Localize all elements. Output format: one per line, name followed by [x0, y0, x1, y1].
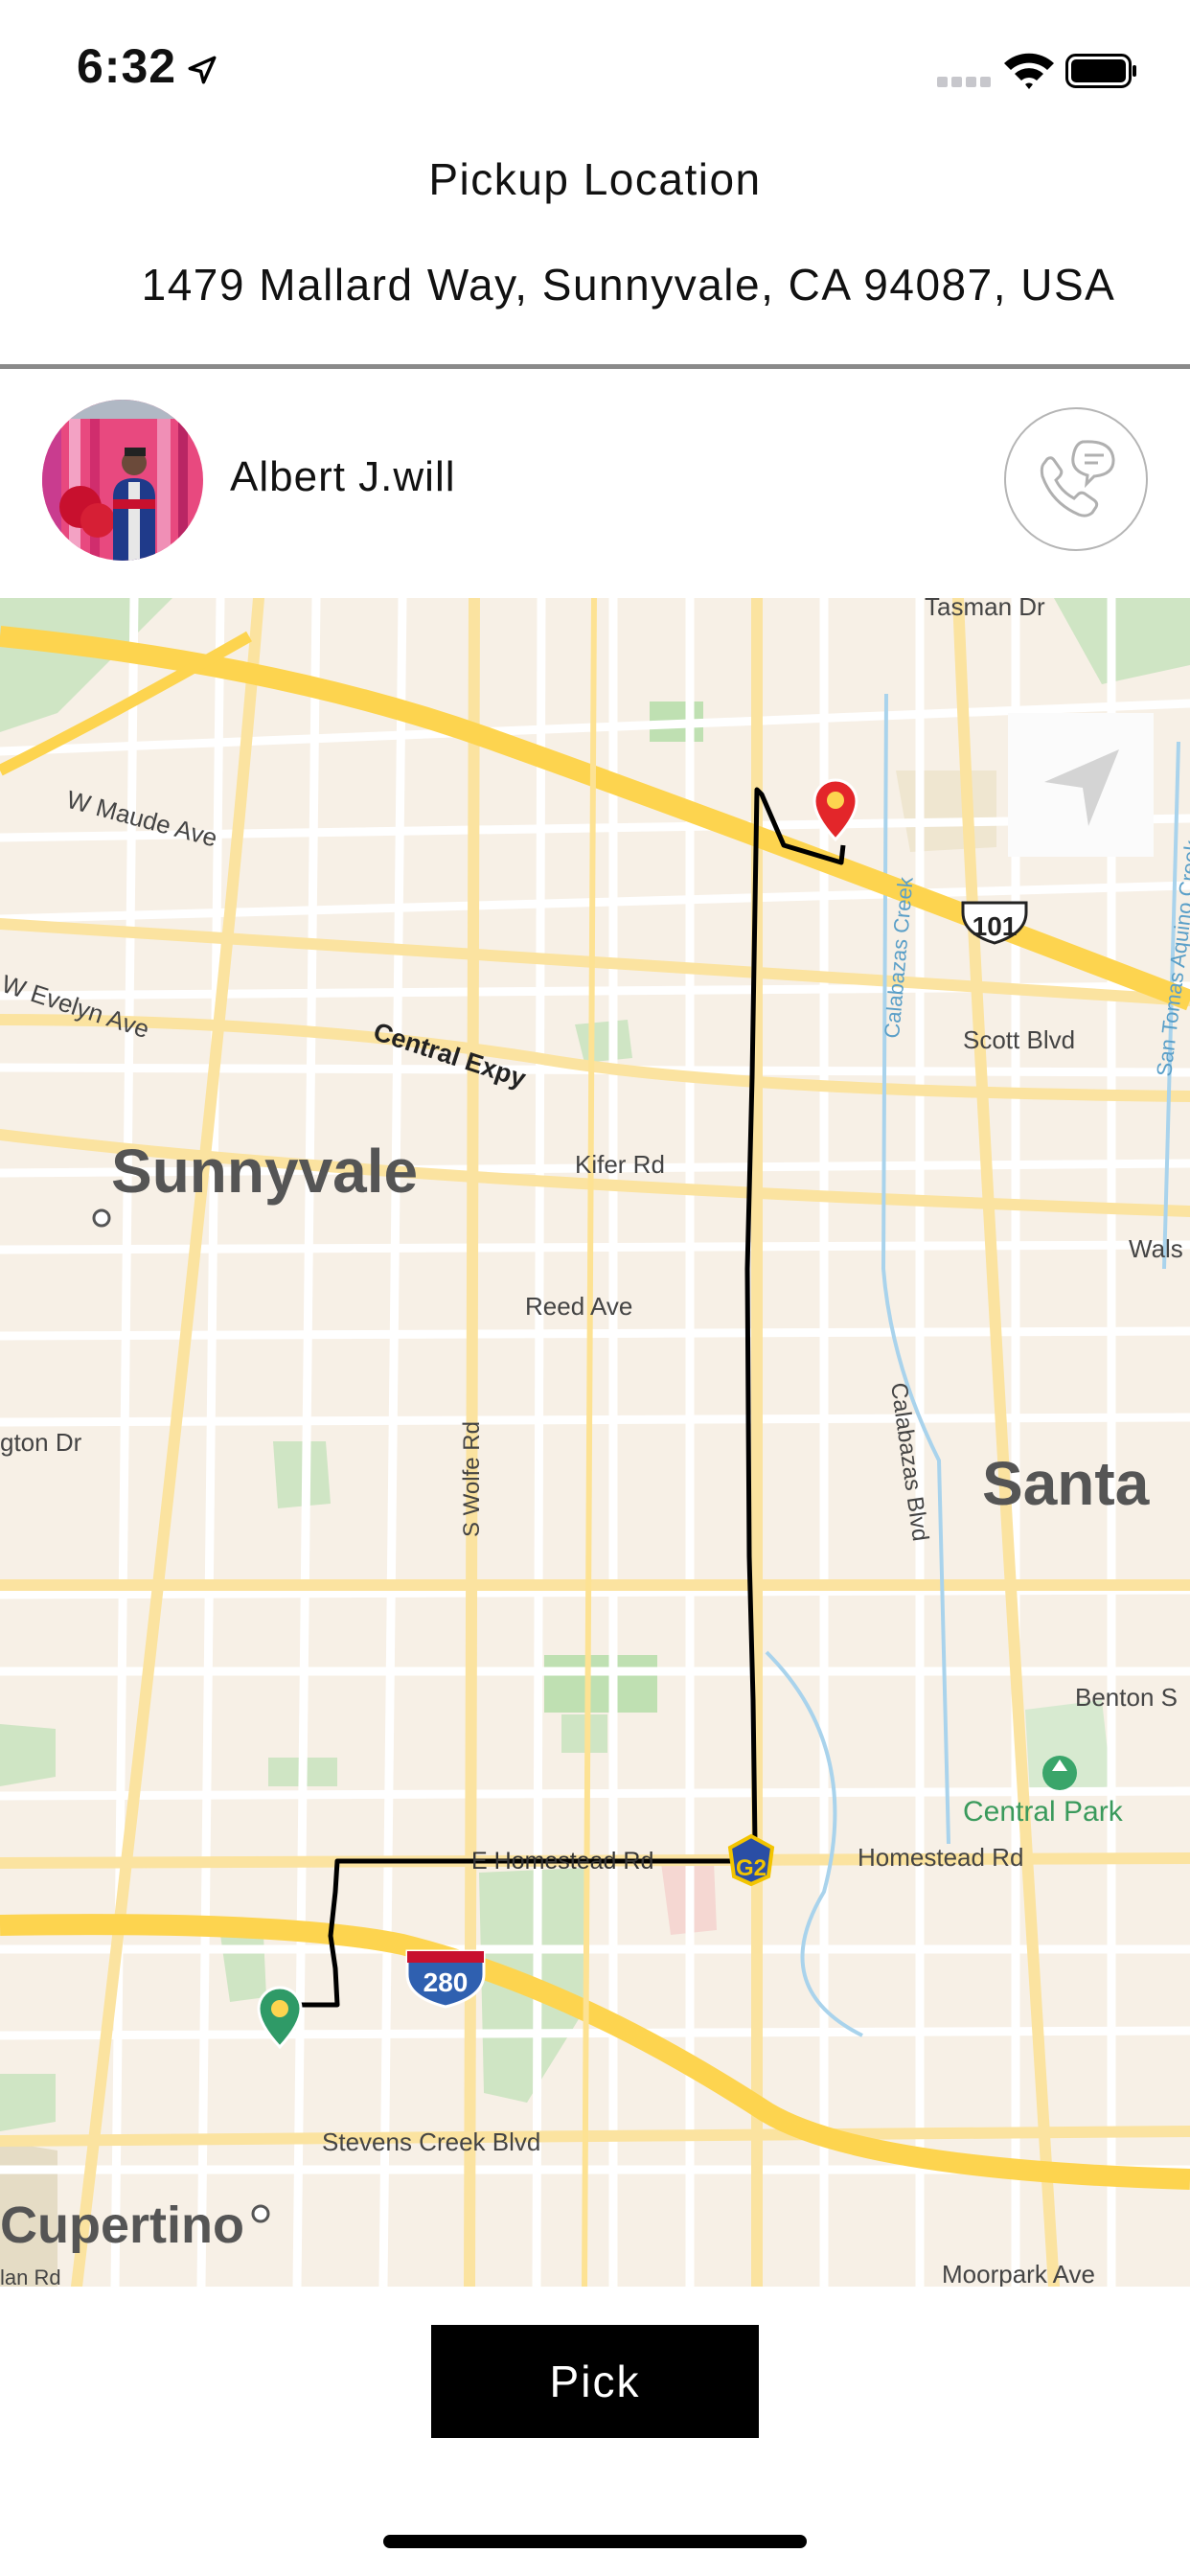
us101-shield: 101	[961, 901, 1028, 945]
city-dot-sunnyvale	[92, 1208, 111, 1228]
svg-text:101: 101	[973, 911, 1018, 941]
svg-text:280: 280	[423, 1967, 469, 1997]
driver-name: Albert J.will	[230, 453, 456, 500]
svg-text:G2: G2	[736, 1855, 767, 1881]
map-label-reed: Reed Ave	[525, 1292, 632, 1321]
recenter-location-button[interactable]	[1008, 713, 1154, 857]
map-label-e-homestead: E Homestead Rd	[471, 1848, 653, 1874]
cellular-signal-icon	[937, 75, 995, 92]
map-label-moorpark: Moorpark Ave	[942, 2260, 1095, 2287]
map-label-arlington: gton Dr	[0, 1428, 82, 1457]
map-label-benton: Benton S	[1075, 1683, 1178, 1712]
map-label-tasman: Tasman Dr	[925, 598, 1045, 621]
wifi-icon	[1004, 53, 1054, 89]
map-label-central-park: Central Park	[963, 1796, 1124, 1828]
status-bar: 6:32	[0, 0, 1190, 134]
status-time: 6:32	[77, 39, 177, 93]
map-label-scott: Scott Blvd	[963, 1025, 1075, 1054]
map-label-kifer: Kifer Rd	[575, 1150, 665, 1179]
map-label-cupertino: Cupertino	[0, 2196, 244, 2254]
pick-button[interactable]: Pick	[431, 2325, 759, 2438]
page-title: Pickup Location	[428, 154, 762, 204]
map-label-stevens-creek: Stevens Creek Blvd	[322, 2128, 540, 2156]
battery-icon	[1065, 54, 1136, 88]
location-services-icon	[188, 56, 217, 84]
driver-row: Albert J.will	[0, 369, 1190, 599]
map-label-wolfe: S Wolfe Rd	[459, 1421, 485, 1537]
map-label-sunnyvale: Sunnyvale	[111, 1137, 418, 1206]
city-dot-cupertino	[251, 2204, 270, 2223]
call-message-button[interactable]	[1004, 407, 1148, 551]
g2-shield: G2	[727, 1833, 775, 1887]
pickup-address: 1479 Mallard Way, Sunnyvale, CA 94087, U…	[141, 260, 1116, 310]
phone-chat-icon	[1040, 440, 1115, 518]
map-label-homestead: Homestead Rd	[858, 1843, 1023, 1872]
home-indicator	[383, 2535, 807, 2548]
avatar[interactable]	[42, 400, 203, 561]
map-label-walsh: Wals	[1129, 1234, 1183, 1263]
map[interactable]: Tasman Dr W Maude Ave W Evelyn Ave Centr…	[0, 598, 1190, 2287]
map-label-santa: Santa	[982, 1449, 1150, 1518]
pickup-header: Pickup Location 1479 Mallard Way, Sunnyv…	[0, 134, 1190, 369]
map-label-bottom-left: lan Rd	[0, 2266, 61, 2287]
navigation-arrow-icon	[1044, 749, 1119, 826]
